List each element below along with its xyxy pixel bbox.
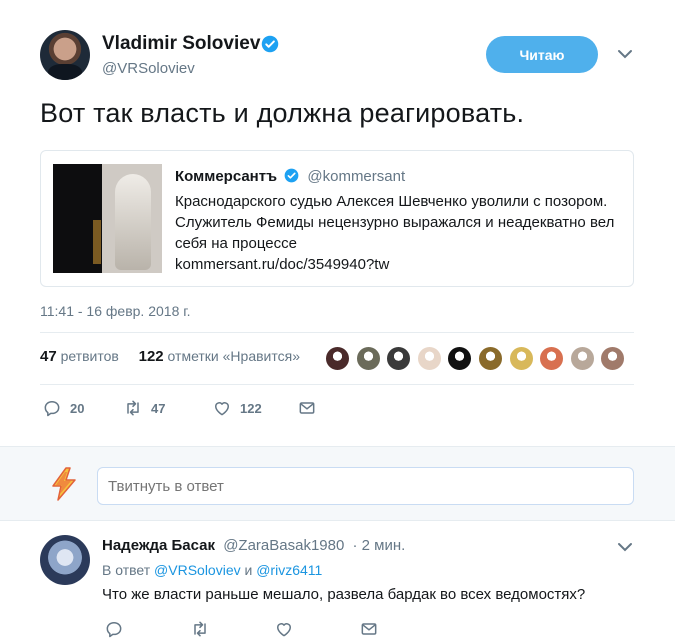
verified-badge-icon [261,35,279,53]
retweets-count[interactable]: 47 [40,348,57,365]
liker-avatar[interactable] [355,346,381,371]
liker-avatar[interactable] [386,346,412,371]
mention-link[interactable]: @rivz6411 [256,562,322,578]
retweet-icon [194,621,206,637]
direct-message-button[interactable] [359,619,387,639]
reply-text: Что же власти раньше мешало, развела бар… [102,586,586,603]
liker-avatar[interactable] [508,346,534,371]
tweet-actions: 20 47 122 [42,398,342,420]
author-name[interactable]: Vladimir Soloviev [102,33,260,55]
retweet-count: 47 [151,400,166,416]
envelope-icon [361,623,377,635]
card-source-handle: @kommersant [307,168,406,185]
liker-avatar[interactable] [416,346,442,371]
mention-separator: и [244,562,253,578]
in-reply-prefix: В ответ [102,562,151,578]
divider [40,384,634,385]
heart-icon [215,402,229,416]
retweet-button[interactable] [190,619,218,639]
likes-label[interactable]: отметки «Нравится» [168,348,300,364]
liker-avatar[interactable] [600,346,626,371]
lightning-logo-icon [52,467,76,501]
liker-avatar[interactable] [477,346,503,371]
card-text-block: Краснодарского судью Алексея Шевченко ув… [175,191,625,275]
direct-message-button[interactable] [297,398,325,418]
chevron-down-icon[interactable] [616,48,634,60]
like-button[interactable] [274,619,302,639]
tweet-stats: 47 ретвитов 122 отметки «Нравится» [40,348,300,365]
reply-button[interactable] [104,619,132,639]
card-source: Коммерсантъ @kommersant [175,168,405,185]
main-tweet: Vladimir Soloviev @VRSoloviev Читаю Вот … [0,0,675,446]
liker-avatar[interactable] [539,346,565,371]
reply-author-handle[interactable]: @ZaraBasak1980 [223,537,344,554]
likes-count[interactable]: 122 [139,348,164,365]
tweet-text: Вот так власть и должна реагировать. [40,98,525,128]
envelope-icon [299,402,315,414]
reply-actions [104,619,404,641]
reply-author-name[interactable]: Надежда Басак [102,537,215,554]
reply-composer [0,446,675,521]
like-button[interactable]: 122 [212,398,262,418]
card-link[interactable]: kommersant.ru/doc/3549940?tw [175,254,625,275]
liker-avatars[interactable] [325,346,631,371]
reply-tweet: Надежда Басак @ZaraBasak1980 · 2 мин. В … [0,521,675,644]
reply-icon [106,622,122,638]
retweet-button[interactable]: 47 [123,398,165,418]
reply-input[interactable] [97,467,634,505]
chevron-down-icon[interactable] [616,541,634,553]
author-handle[interactable]: @VRSoloviev [102,60,195,77]
reply-icon [44,401,60,417]
liker-avatar[interactable] [447,346,473,371]
verified-badge-icon [284,168,299,183]
reply-author-avatar[interactable] [40,535,90,585]
author-avatar[interactable] [40,30,90,80]
divider [40,332,634,333]
liker-avatar[interactable] [325,346,350,371]
quoted-card[interactable]: Коммерсантъ @kommersant Краснодарского с… [40,150,634,287]
card-source-name: Коммерсантъ [175,168,278,185]
card-thumbnail [53,164,162,273]
tweet-timestamp[interactable]: 11:41 - 16 февр. 2018 г. [40,303,191,319]
like-count: 122 [240,400,262,416]
mention-link[interactable]: @VRSoloviev [154,562,241,578]
retweets-label[interactable]: ретвитов [61,348,119,364]
liker-avatar[interactable] [569,346,595,371]
in-reply-to: В ответ @VRSoloviev и @rivz6411 [102,562,322,578]
reply-header: Надежда Басак @ZaraBasak1980 · 2 мин. [102,537,405,554]
heart-icon [277,623,291,637]
retweet-icon [127,400,139,416]
card-text: Краснодарского судью Алексея Шевченко ув… [175,193,615,252]
follow-button[interactable]: Читаю [486,36,598,73]
reply-time[interactable]: · 2 мин. [353,537,406,554]
reply-button[interactable]: 20 [42,398,84,418]
reply-count: 20 [70,400,85,416]
